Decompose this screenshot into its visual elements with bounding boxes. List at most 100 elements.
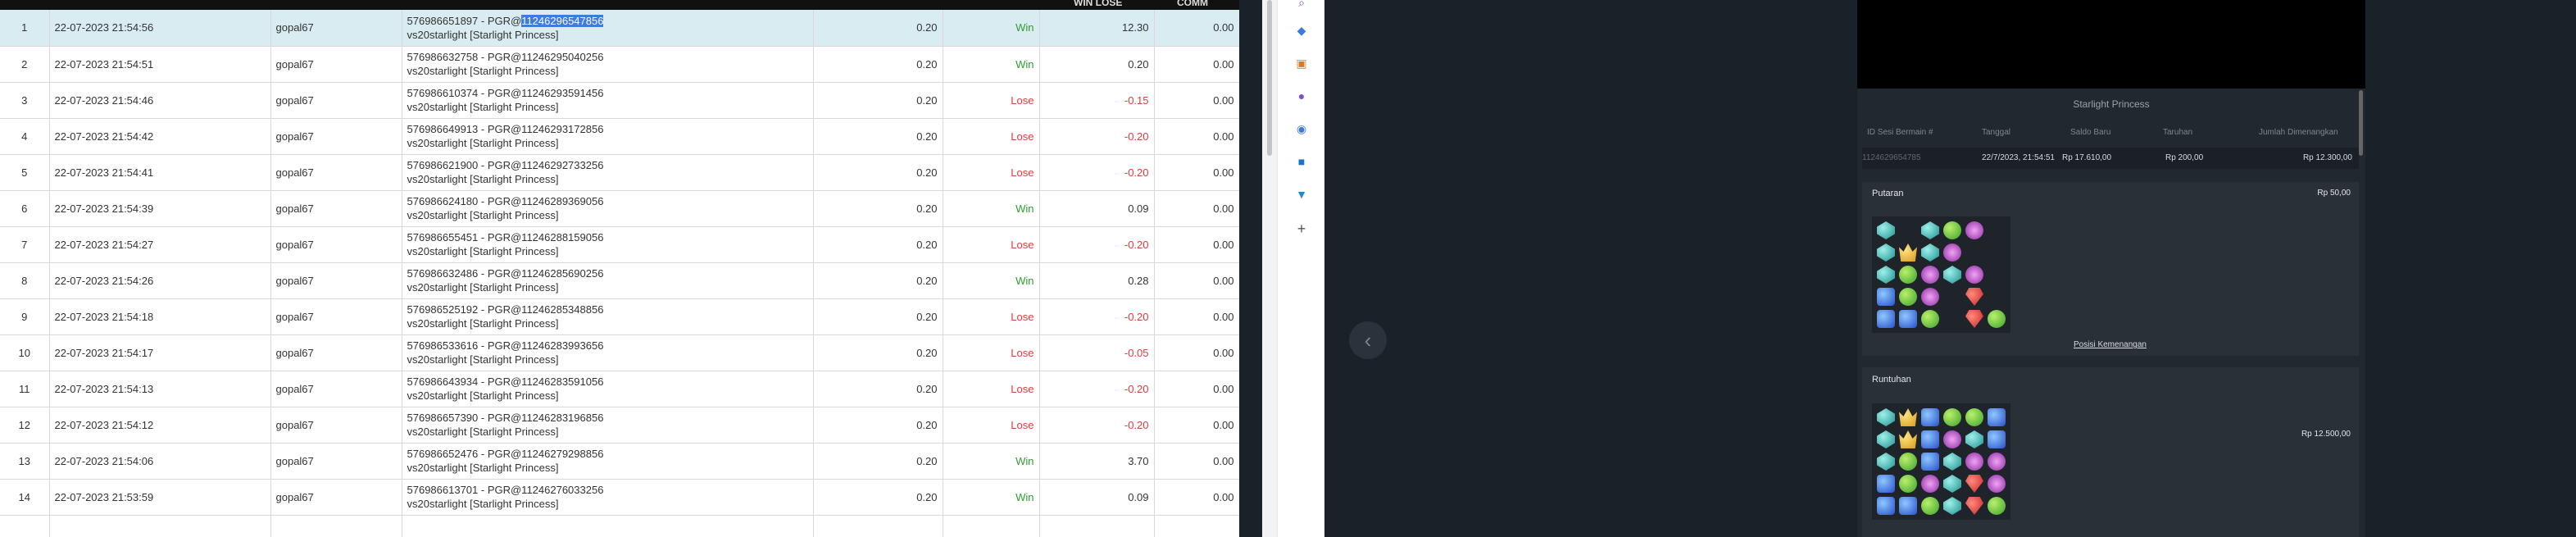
table-row[interactable]: 2 22-07-2023 21:54:51 gopal67 576986632758 …: [0, 46, 1239, 83]
table-row[interactable]: 3 22-07-2023 21:54:46 gopal67 576986610374 …: [0, 82, 1239, 119]
row-date: 22-07-2023 21:54:12: [49, 407, 271, 444]
gem-icon: [1899, 288, 1917, 306]
row-game: vs20starlight [Starlight Princess]: [407, 389, 559, 402]
row-game: vs20starlight [Starlight Princess]: [407, 245, 559, 257]
row-date: 22-07-2023 21:54:51: [49, 46, 271, 83]
gem-icon: [1943, 266, 1961, 284]
row-bet: 0.20: [813, 226, 943, 263]
row-detail: 576986533616 - PGR@11246283993656 vs20sta…: [402, 334, 814, 371]
table-row[interactable]: 12 22-07-2023 21:54:12 gopal67 576986657390…: [0, 407, 1239, 444]
row-user: gopal67: [270, 443, 402, 480]
row-user: gopal67: [270, 226, 402, 263]
table-header: WIN LOSE COMM: [0, 0, 1239, 10]
table-row[interactable]: 14 22-07-2023 21:53:59 gopal67 576986613701…: [0, 479, 1239, 516]
previous-button[interactable]: ‹: [1349, 321, 1387, 359]
row-number: 2: [0, 46, 50, 83]
row-detail: 576986632486 - PGR@11246285690256 vs20sta…: [402, 262, 814, 299]
row-amount: 0.09: [1039, 190, 1155, 227]
row-detail: 576986525192 - PGR@11246285348856 vs20sta…: [402, 298, 814, 335]
briefcase-icon[interactable]: ▣: [1294, 56, 1309, 71]
spin-amount: Rp 50,00: [2317, 189, 2351, 198]
row-game: vs20starlight [Starlight Princess]: [407, 101, 559, 113]
people-icon[interactable]: ●: [1294, 89, 1309, 103]
empty-cell: [1988, 221, 2006, 239]
row-transaction-id: 576986621900 - PGR@11246292733256: [407, 159, 604, 171]
row-bet: 0.20: [813, 407, 943, 444]
row-number: 10: [0, 334, 50, 371]
plus-icon[interactable]: +: [1294, 221, 1309, 237]
gem-icon: [1988, 475, 2006, 493]
row-number: 9: [0, 298, 50, 335]
table-row[interactable]: 8 22-07-2023 21:54:26 gopal67 576986632486 …: [0, 262, 1239, 299]
row-transaction-id: 576986652476 - PGR@11246279298856: [407, 448, 604, 460]
gem-icon: [1965, 430, 1983, 448]
search-icon[interactable]: ⌕: [1294, 0, 1309, 10]
gem-icon: [1965, 221, 1983, 239]
session-balance: Rp 17.610,00: [2062, 153, 2112, 162]
row-transaction-id: 576986632758 - PGR@11246295040256: [407, 51, 604, 63]
spin-grid: [1872, 216, 2010, 333]
gem-icon: [1965, 408, 1983, 426]
table-row[interactable]: 7 22-07-2023 21:54:27 gopal67 576986655451 …: [0, 226, 1239, 263]
game-title: Starlight Princess: [2073, 98, 2150, 110]
gem-icon: [1921, 221, 1939, 239]
gem-icon: [1988, 310, 2006, 328]
row-date: 22-07-2023 21:54:46: [49, 82, 271, 119]
table-row[interactable]: [0, 515, 1239, 537]
row-amount: -0.20: [1039, 371, 1155, 407]
gem-icon: [1877, 310, 1895, 328]
session-win: Rp 12.300,00: [2302, 153, 2352, 162]
row-comm: 0.00: [1154, 479, 1239, 516]
row-result: Win: [943, 479, 1040, 516]
outlook-icon[interactable]: ■: [1294, 154, 1309, 169]
gem-icon: [1943, 475, 1961, 493]
row-result: Win: [943, 190, 1040, 227]
spin-section: Putaran Rp 50,00: [1862, 182, 2359, 356]
gem-icon: [1877, 497, 1895, 515]
table-row[interactable]: 10 22-07-2023 21:54:17 gopal67 576986533616…: [0, 334, 1239, 371]
winning-positions-link[interactable]: Posisi Kemenangan: [2074, 340, 2147, 349]
header-win-lose: WIN LOSE: [1074, 0, 1123, 8]
row-comm: 0.00: [1154, 118, 1239, 155]
row-user: gopal67: [270, 118, 402, 155]
table-row[interactable]: 11 22-07-2023 21:54:13 gopal67 576986643934…: [0, 371, 1239, 407]
row-number: 8: [0, 262, 50, 299]
row-transaction-id: 576986643934 - PGR@11246283591056: [407, 375, 604, 388]
empty-cell: [1943, 288, 1961, 306]
row-transaction-id: 576986649913 - PGR@11246293172856: [407, 123, 604, 135]
cart-icon[interactable]: ▼: [1294, 187, 1309, 202]
row-detail: 576986657390 - PGR@11246283196856 vs20sta…: [402, 407, 814, 444]
row-bet: 0.20: [813, 118, 943, 155]
chrome-icon[interactable]: ◉: [1294, 121, 1309, 136]
row-game: vs20starlight [Starlight Princess]: [407, 317, 559, 330]
table-row[interactable]: 1 22-07-2023 21:54:56 gopal67 576986651897 …: [0, 10, 1239, 47]
header-comm: COMM: [1177, 0, 1208, 8]
gem-icon: [1988, 453, 2006, 471]
row-user: gopal67: [270, 407, 402, 444]
transaction-table: 1 22-07-2023 21:54:56 gopal67 576986651897 …: [0, 10, 1239, 537]
row-user: gopal67: [270, 479, 402, 516]
gem-icon: [1921, 310, 1939, 328]
gem-icon: [1965, 497, 1983, 515]
row-amount: 12.30: [1039, 10, 1155, 47]
row-transaction-id: 576986624180 - PGR@11246289369056: [407, 195, 604, 207]
table-row[interactable]: 4 22-07-2023 21:54:42 gopal67 576986649913 …: [0, 118, 1239, 155]
row-user: gopal67: [270, 46, 402, 83]
table-row[interactable]: 6 22-07-2023 21:54:39 gopal67 576986624180 …: [0, 190, 1239, 227]
row-detail: 576986613701 - PGR@11246276033256 vs20sta…: [402, 479, 814, 516]
table-row[interactable]: 13 22-07-2023 21:54:06 gopal67 576986652476…: [0, 443, 1239, 480]
gem-icon: [1877, 266, 1895, 284]
gem-icon: [1921, 475, 1939, 493]
table-row[interactable]: 9 22-07-2023 21:54:18 gopal67 576986525192 …: [0, 298, 1239, 335]
table-row[interactable]: 5 22-07-2023 21:54:41 gopal67 576986621900 …: [0, 154, 1239, 191]
header-date: Tanggal: [1982, 128, 2011, 137]
row-number: 3: [0, 82, 50, 119]
gem-icon: [1988, 408, 2006, 426]
row-date: 22-07-2023 21:54:26: [49, 262, 271, 299]
row-amount: 0.09: [1039, 479, 1155, 516]
spin-title: Putaran: [1872, 189, 1904, 198]
gem-icon: [1899, 475, 1917, 493]
row-user: gopal67: [270, 10, 402, 47]
tag-icon[interactable]: ◆: [1294, 23, 1309, 38]
table-scroll-thumb[interactable]: [1267, 0, 1272, 156]
